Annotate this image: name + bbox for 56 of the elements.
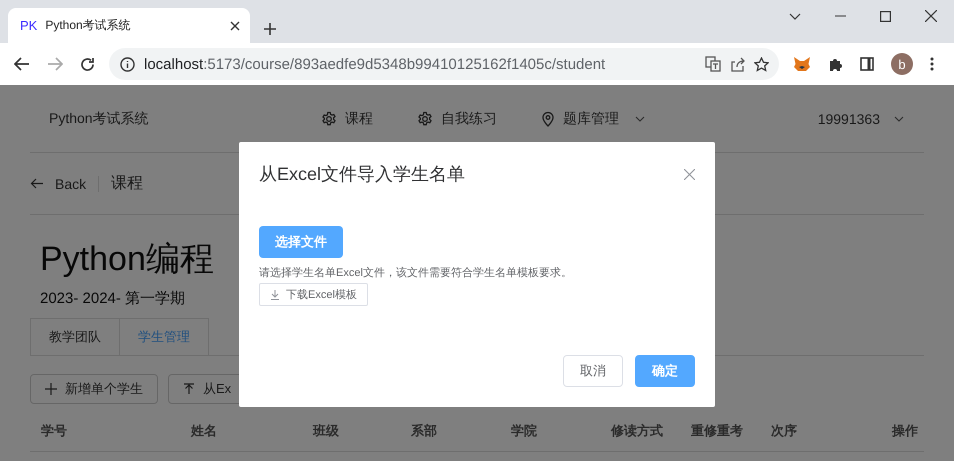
column-header: 重修重考 (690, 422, 744, 440)
location-pin-icon (541, 110, 555, 126)
breadcrumb-current: 课程 (111, 174, 144, 194)
confirm-button[interactable]: 确定 (635, 355, 695, 387)
cancel-button[interactable]: 取消 (563, 355, 623, 387)
back-arrow-icon[interactable] (14, 57, 30, 71)
column-header: 次序 (770, 422, 798, 440)
course-title: Python编程 (40, 239, 214, 279)
nav-item[interactable]: 题库管理 (541, 110, 645, 128)
hint-text: 请选择学生名单Excel文件，该文件需要符合学生名单模板要求。 (259, 266, 572, 280)
download-icon (270, 290, 280, 300)
share-icon[interactable] (730, 56, 745, 72)
favicon-text: PK (20, 18, 38, 33)
column-header: 操作 (890, 422, 919, 440)
nav-item[interactable]: 自我练习 (417, 110, 497, 128)
star-icon[interactable] (754, 56, 769, 72)
column-header: 系部 (410, 422, 438, 440)
minimize-icon[interactable] (835, 15, 846, 17)
nav-item[interactable]: 课程 (321, 110, 373, 128)
upload-icon (183, 383, 195, 395)
new-tab-icon[interactable] (264, 23, 276, 35)
gear-icon (321, 110, 337, 126)
choose-file-button[interactable]: 选择文件 (259, 226, 343, 258)
column-header: 班级 (312, 422, 340, 440)
app-brand[interactable]: Python考试系统 (49, 110, 321, 128)
download-template-button[interactable]: 下载Excel模板 (259, 283, 368, 306)
info-icon[interactable] (120, 56, 135, 72)
chevron-down-icon (894, 116, 904, 122)
column-header: 学院 (510, 422, 538, 440)
close-icon[interactable] (230, 20, 240, 30)
tab-title: Python考试系统 (45, 17, 132, 34)
url-text: localhost:5173/course/893aedfe9d5348b99410125162f1405c/student (144, 56, 606, 72)
add-button[interactable]: 新增单个学生 (30, 374, 158, 404)
browser-tab[interactable]: PK Python考试系统 (8, 8, 250, 43)
profile-avatar[interactable]: b (891, 53, 913, 75)
back-link[interactable]: Back (30, 176, 100, 192)
puzzle-icon[interactable] (828, 56, 843, 72)
chevron-down-icon[interactable] (789, 12, 801, 20)
side-panel-icon[interactable] (860, 57, 874, 71)
course-term: 2023- 2024- 第一学期 (40, 289, 186, 308)
user-menu[interactable]: 19991363 (818, 110, 904, 126)
column-header: 学号 (40, 422, 68, 440)
reload-icon[interactable] (80, 56, 95, 72)
gear-icon (417, 110, 433, 126)
back-arrow-icon (30, 178, 43, 189)
plus-icon (45, 383, 57, 395)
more-icon[interactable] (930, 57, 934, 71)
tab[interactable]: 教学团队 (30, 318, 120, 355)
column-header: 修读方式 (610, 422, 664, 440)
translate-icon[interactable] (705, 56, 721, 72)
address-bar[interactable]: localhost:5173/course/893aedfe9d5348b99410125162f1405c/student (109, 48, 779, 80)
close-icon[interactable] (925, 10, 937, 22)
fox-icon[interactable] (793, 56, 811, 72)
column-header: 姓名 (190, 422, 218, 440)
maximize-icon[interactable] (880, 10, 891, 22)
dialog-title: 从Excel文件导入学生名单 (259, 163, 466, 186)
